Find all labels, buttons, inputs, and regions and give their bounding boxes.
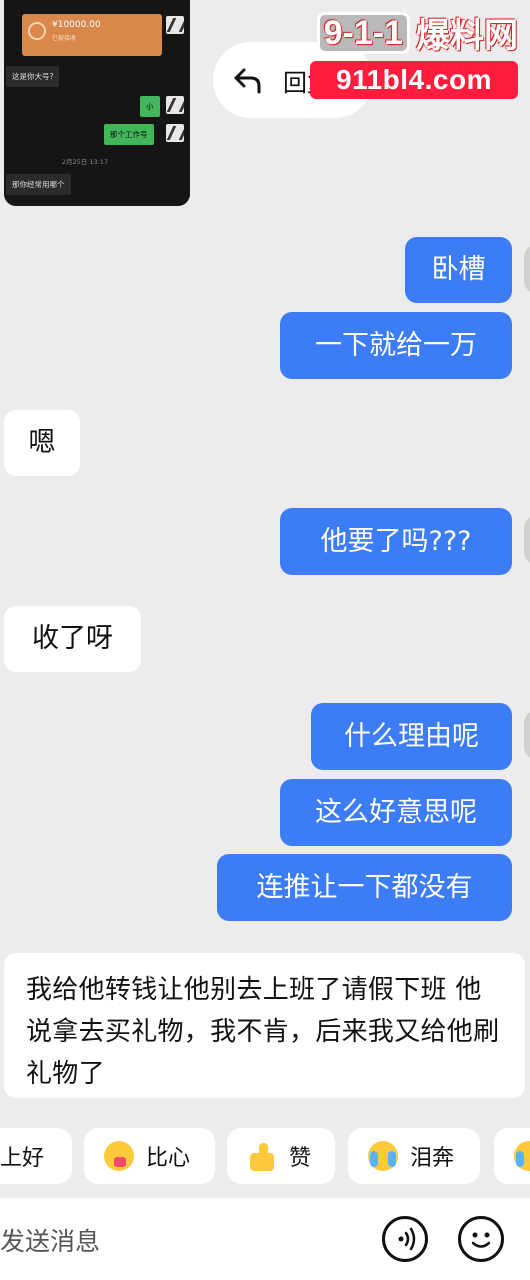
- quick-reply-chip[interactable]: 赞: [227, 1128, 335, 1184]
- quick-reply-label: 比心: [146, 1146, 191, 1171]
- watermark-badge: 9-1-1: [316, 11, 410, 54]
- voice-button[interactable]: [382, 1216, 428, 1262]
- avatar[interactable]: [524, 516, 530, 564]
- heart-hands-icon: [104, 1141, 134, 1171]
- avatar[interactable]: [524, 245, 530, 293]
- quick-reply-chip[interactable]: 上好: [0, 1128, 72, 1184]
- watermark-text: 爆料网: [416, 17, 518, 55]
- message-bubble-out: 小: [140, 96, 160, 117]
- avatar: [166, 16, 184, 34]
- quick-reply-label: 上好: [0, 1146, 45, 1171]
- quick-reply-label: 赞: [289, 1146, 312, 1171]
- message-bubble-out[interactable]: 卧槽: [405, 237, 512, 303]
- embedded-chat-screenshot[interactable]: ¥10000.00 已被接收 这是你大号? 小 那个工作号 2月25日 13:1…: [4, 0, 190, 206]
- avatar: [166, 124, 184, 142]
- avatar: [166, 96, 184, 114]
- message-bubble-in: 这是你大号?: [6, 66, 60, 87]
- watermark: 9-1-1 爆料网 911bl4.com: [310, 8, 518, 99]
- quick-reply-label: 泪奔: [410, 1146, 455, 1171]
- message-input[interactable]: 发送消息: [0, 1222, 100, 1258]
- crying-face-icon: [514, 1141, 530, 1171]
- emoji-icon: [471, 1232, 491, 1248]
- timestamp: 2月25日 13:17: [61, 158, 109, 166]
- message-bubble-out[interactable]: 一下就给一万: [280, 312, 512, 379]
- message-bubble-in[interactable]: 收了呀: [4, 606, 141, 672]
- avatar[interactable]: [524, 711, 530, 759]
- transfer-card: ¥10000.00 已被接收: [22, 14, 162, 56]
- transfer-amount: ¥10000.00: [52, 20, 101, 30]
- message-bubble-out: 那个工作号: [104, 124, 154, 145]
- message-bubble-out[interactable]: 什么理由呢: [311, 703, 512, 770]
- reply-arrow-icon: [234, 68, 261, 94]
- quick-reply-chip[interactable]: 泪奔: [348, 1128, 480, 1184]
- quick-reply-chip[interactable]: [494, 1128, 530, 1184]
- crying-face-icon: [368, 1141, 398, 1171]
- voice-icon: [398, 1227, 416, 1251]
- quick-reply-chip[interactable]: 比心: [84, 1128, 215, 1184]
- watermark-url: 911bl4.com: [310, 61, 518, 99]
- thumbs-up-icon: [247, 1141, 277, 1171]
- message-bubble-out[interactable]: 连推让一下都没有: [217, 854, 512, 921]
- message-bubble-in[interactable]: 我给他转钱让他别去上班了请假下班 他说拿去买礼物，我不肯，后来我又给他刷礼物了: [4, 953, 525, 1098]
- message-composer: 发送消息: [0, 1198, 530, 1280]
- message-bubble-in[interactable]: 嗯: [4, 410, 80, 476]
- transfer-status: 已被接收: [52, 35, 77, 42]
- message-bubble-in: 那你经常用哪个: [6, 174, 71, 195]
- message-bubble-out[interactable]: 这么好意思呢: [280, 779, 512, 846]
- message-bubble-out[interactable]: 他要了吗???: [280, 508, 512, 575]
- emoji-button[interactable]: [458, 1216, 504, 1262]
- check-icon: [28, 22, 46, 40]
- quick-reply-bar: 上好 比心 赞 泪奔: [0, 1128, 530, 1184]
